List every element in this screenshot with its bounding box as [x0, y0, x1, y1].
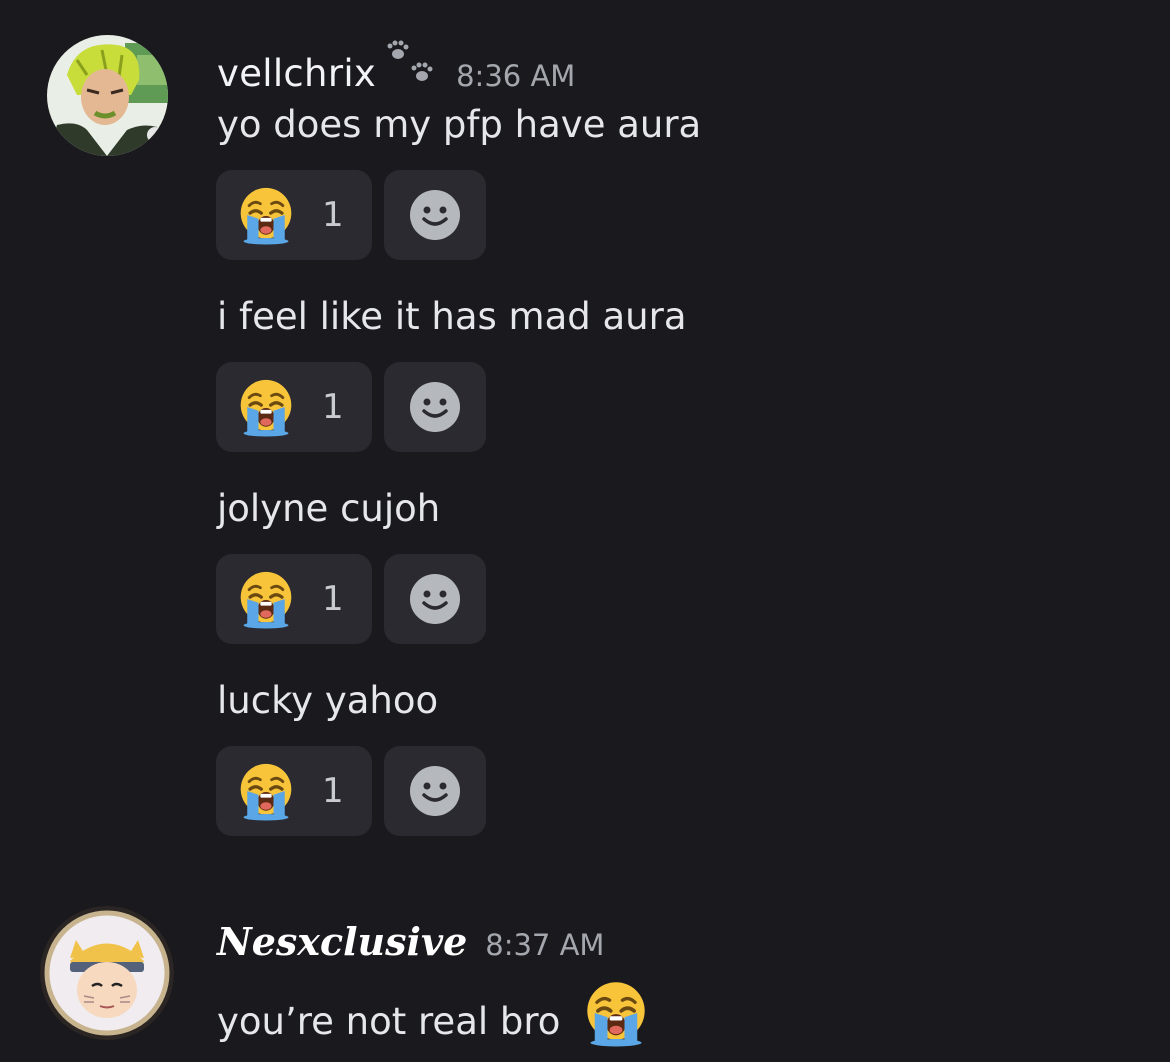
reaction-button[interactable]: 1: [216, 362, 372, 452]
reaction-button[interactable]: 1: [216, 170, 372, 260]
smile-icon: [409, 189, 461, 241]
smile-icon: [409, 573, 461, 625]
author-name[interactable]: vellchrix: [217, 52, 376, 95]
add-reaction-button[interactable]: [384, 554, 486, 644]
loudly-crying-face-icon: [582, 979, 650, 1056]
message-header-vellchrix: vellchrix 8:36 AM: [217, 36, 575, 95]
avatar-vellchrix[interactable]: [47, 35, 168, 156]
loudly-crying-face-icon: [236, 569, 296, 629]
smile-icon: [409, 765, 461, 817]
message-header-nesxclusive: Nesxclusive 8:37 AM: [217, 919, 604, 964]
reaction-count: 1: [322, 771, 344, 811]
smile-icon: [409, 381, 461, 433]
timestamp: 8:36 AM: [456, 59, 576, 93]
reaction-bar: 1: [216, 746, 486, 836]
message-text: yo does my pfp have aura: [217, 103, 702, 146]
reaction-count: 1: [322, 387, 344, 427]
add-reaction-button[interactable]: [384, 170, 486, 260]
reaction-bar: 1: [216, 554, 486, 644]
author-name[interactable]: Nesxclusive: [217, 919, 467, 964]
reaction-button[interactable]: 1: [216, 554, 372, 644]
loudly-crying-face-icon: [236, 377, 296, 437]
message-text-row: you’re not real bro: [217, 985, 650, 1062]
message-text: you’re not real bro: [217, 1000, 561, 1043]
reaction-button[interactable]: 1: [216, 746, 372, 836]
loudly-crying-face-icon: [236, 185, 296, 245]
message-text: jolyne cujoh: [217, 487, 441, 530]
reaction-bar: 1: [216, 170, 486, 260]
add-reaction-button[interactable]: [384, 746, 486, 836]
avatar-image: [47, 35, 168, 156]
reaction-count: 1: [322, 195, 344, 235]
avatar-image: [40, 906, 174, 1040]
message-text: i feel like it has mad aura: [217, 295, 687, 338]
reaction-count: 1: [322, 579, 344, 619]
avatar-nesxclusive[interactable]: [40, 906, 174, 1040]
message-text: lucky yahoo: [217, 679, 439, 722]
paw-prints-icon: [384, 40, 438, 90]
reaction-bar: 1: [216, 362, 486, 452]
add-reaction-button[interactable]: [384, 362, 486, 452]
timestamp: 8:37 AM: [485, 928, 605, 962]
loudly-crying-face-icon: [236, 761, 296, 821]
